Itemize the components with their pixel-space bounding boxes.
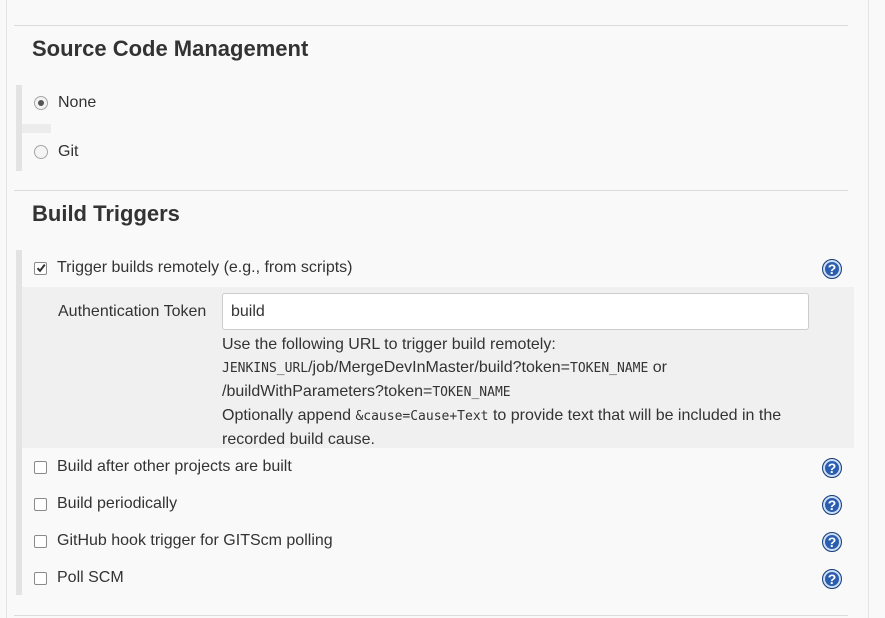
trigger-after-other-projects-option[interactable]: Build after other projects are built: [34, 458, 292, 476]
trigger-periodically-label: Build periodically: [57, 495, 178, 512]
scm-none-radio[interactable]: [34, 96, 48, 110]
trigger-poll-scm-label: Poll SCM: [57, 569, 124, 586]
scm-option-none[interactable]: None: [34, 94, 96, 112]
divider-top: [14, 25, 848, 26]
trigger-github-hook-option[interactable]: GitHub hook trigger for GITScm polling: [34, 532, 333, 550]
scm-options-separator: [22, 124, 51, 133]
page-frame-right: [868, 0, 869, 618]
auth-token-input[interactable]: [222, 293, 809, 330]
help-line-4: Optionally append &cause=Cause+Text to p…: [222, 407, 782, 424]
divider-bottom: [14, 615, 848, 616]
auth-token-label: Authentication Token: [58, 303, 207, 320]
trigger-poll-scm-option[interactable]: Poll SCM: [34, 569, 124, 587]
help-icon[interactable]: ?: [822, 495, 842, 515]
help-line-2: JENKINS_URL/job/MergeDevInMaster/build?t…: [222, 359, 667, 376]
trigger-remote-label: Trigger builds remotely (e.g., from scri…: [57, 259, 353, 276]
trigger-after-other-projects-label: Build after other projects are built: [57, 458, 292, 475]
help-icon[interactable]: ?: [822, 532, 842, 552]
help-icon[interactable]: ?: [822, 259, 842, 279]
trigger-remote-help-text: Use the following URL to trigger build r…: [222, 333, 822, 451]
scm-none-label: None: [58, 94, 97, 111]
help-icon[interactable]: ?: [822, 569, 842, 589]
scm-section-title: Source Code Management: [32, 36, 309, 61]
help-line-1: Use the following URL to trigger build r…: [222, 336, 556, 353]
trigger-remote-checkbox[interactable]: [34, 261, 47, 275]
scm-git-radio[interactable]: [34, 145, 48, 159]
trigger-periodically-checkbox[interactable]: [34, 497, 47, 511]
scm-git-label: Git: [58, 143, 79, 160]
checkmark-icon: [36, 263, 46, 272]
trigger-periodically-option[interactable]: Build periodically: [34, 495, 177, 513]
scm-option-git[interactable]: Git: [34, 143, 78, 161]
trigger-poll-scm-checkbox[interactable]: [34, 571, 47, 585]
trigger-remote-option[interactable]: Trigger builds remotely (e.g., from scri…: [34, 259, 352, 277]
divider-middle: [14, 190, 848, 191]
page-frame-left: [6, 0, 7, 618]
trigger-after-other-projects-checkbox[interactable]: [34, 460, 47, 474]
trigger-github-hook-label: GitHub hook trigger for GITScm polling: [57, 532, 333, 549]
help-icon[interactable]: ?: [822, 458, 842, 478]
build-triggers-title: Build Triggers: [32, 201, 180, 226]
trigger-github-hook-checkbox[interactable]: [34, 534, 47, 548]
help-line-3: /buildWithParameters?token=TOKEN_NAME: [222, 383, 511, 400]
help-line-5: recorded build cause.: [222, 431, 375, 448]
